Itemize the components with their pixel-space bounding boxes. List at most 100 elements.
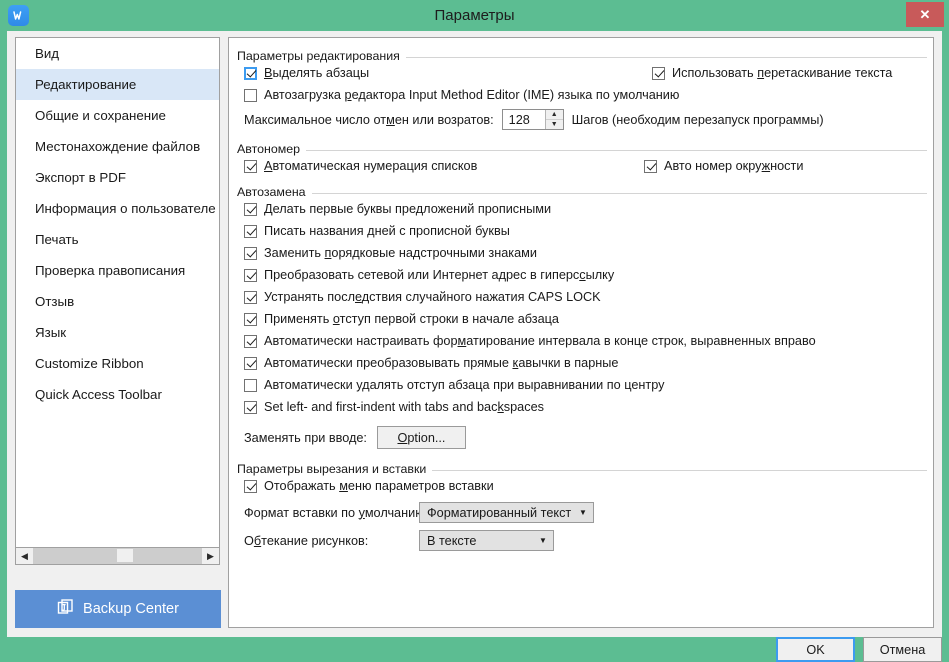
undo-limit-value[interactable]: 128 — [503, 110, 545, 129]
checkbox-label-show-paste-options-menu: Отображать меню параметров вставки — [264, 479, 494, 493]
checkbox-label-url-to-hyperlink: Преобразовать сетевой или Интернет адрес… — [264, 268, 615, 282]
sidebar-item-general-save[interactable]: Общие и сохранение — [16, 100, 219, 131]
sidebar-item-spelling[interactable]: Проверка правописания — [16, 255, 219, 286]
picture-wrap-label: Обтекание рисунков: — [244, 533, 369, 548]
close-icon[interactable]: ✕ — [906, 2, 944, 27]
chevron-down-icon[interactable]: ▼ — [573, 508, 593, 517]
stepper-up-icon[interactable]: ▲ — [545, 110, 563, 120]
checkbox-label-drag-drop-text: Использовать перетаскивание текста — [672, 66, 893, 80]
checkbox-set-indent-tabs[interactable] — [244, 400, 257, 414]
stepper-down-icon[interactable]: ▼ — [546, 120, 563, 129]
checkbox-row-url-to-hyperlink[interactable]: Преобразовать сетевой или Интернет адрес… — [244, 268, 614, 282]
ok-button[interactable]: OK — [776, 637, 855, 662]
group-editing-options-title: Параметры редактирования — [237, 49, 406, 63]
checkbox-label-ordinals-superscript: Заменить порядковые надстрочными знаками — [264, 246, 537, 260]
group-cut-paste-options-title: Параметры вырезания и вставки — [237, 462, 433, 476]
checkbox-first-line-indent[interactable] — [244, 312, 257, 326]
checkbox-auto-spacing-right-align[interactable] — [244, 334, 257, 348]
checkbox-capitalize-days[interactable] — [244, 224, 257, 238]
checkbox-caps-lock-fix[interactable] — [244, 290, 257, 304]
picture-wrap-value: В тексте — [427, 533, 477, 548]
editing-settings-panel: Параметры редактирования Выделять абзацы… — [228, 37, 934, 628]
checkbox-remove-indent-center[interactable] — [244, 378, 257, 392]
sidebar-item-language[interactable]: Язык — [16, 317, 219, 348]
sidebar-item-feedback[interactable]: Отзыв — [16, 286, 219, 317]
checkbox-row-auto-circle-number[interactable]: Авто номер окружности — [644, 159, 803, 173]
autocorrect-option-button[interactable]: Option... — [376, 426, 466, 449]
scroll-right-arrow-icon[interactable]: ▶ — [202, 548, 219, 564]
undo-limit-label: Максимальное число отмен или возратов: — [244, 112, 494, 127]
undo-limit-suffix: Шагов (необходим перезапуск программы) — [571, 112, 824, 127]
sidebar-item-customize-ribbon[interactable]: Customize Ribbon — [16, 348, 219, 379]
checkbox-label-auto-spacing-right-align: Автоматически настраивать форматирование… — [264, 334, 816, 348]
sidebar-item-export-pdf[interactable]: Экспорт в PDF — [16, 162, 219, 193]
checkbox-row-ime-autoload[interactable]: Автозагрузка редактора Input Method Edit… — [244, 88, 679, 102]
checkbox-row-remove-indent-center[interactable]: Автоматически удалять отступ абзаца при … — [244, 378, 665, 392]
default-paste-format-value: Форматированный текст — [427, 505, 572, 520]
checkbox-auto-list-numbering[interactable] — [244, 159, 257, 173]
checkbox-ime-autoload[interactable] — [244, 88, 257, 102]
chevron-down-icon[interactable]: ▼ — [533, 536, 553, 545]
checkbox-label-smart-quotes: Автоматически преобразовывать прямые кав… — [264, 356, 619, 370]
scrollbar-track[interactable] — [33, 548, 202, 564]
sidebar-item-user-info[interactable]: Информация о пользователе — [16, 193, 219, 224]
undo-limit-stepper[interactable]: 128 ▲ ▼ — [501, 109, 564, 130]
checkbox-row-set-indent-tabs[interactable]: Set left- and first-indent with tabs and… — [244, 400, 544, 414]
window-title: Параметры — [434, 7, 515, 24]
checkbox-label-auto-list-numbering: Автоматическая нумерация списков — [264, 159, 478, 173]
settings-category-list[interactable]: Вид Редактирование Общие и сохранение Ме… — [15, 37, 220, 548]
backup-center-button[interactable]: Backup Center — [15, 590, 221, 628]
group-autocorrect-title: Автозамена — [237, 185, 312, 199]
options-dialog-window: Параметры ✕ Вид Редактирование Общие и с… — [0, 0, 949, 662]
sidebar-item-file-locations[interactable]: Местонахождение файлов — [16, 131, 219, 162]
checkbox-label-ime-autoload: Автозагрузка редактора Input Method Edit… — [264, 88, 680, 102]
backup-window-icon — [57, 598, 74, 620]
checkbox-select-paragraphs[interactable] — [244, 66, 257, 80]
group-autonumber-title: Автономер — [237, 142, 307, 156]
sidebar-item-print[interactable]: Печать — [16, 224, 219, 255]
checkbox-auto-circle-number[interactable] — [644, 159, 657, 173]
sidebar-horizontal-scrollbar[interactable]: ◀ ▶ — [15, 548, 220, 565]
checkbox-row-auto-list-numbering[interactable]: Автоматическая нумерация списков — [244, 159, 477, 173]
default-paste-format-dropdown[interactable]: Форматированный текст ▼ — [419, 502, 594, 523]
group-divider — [237, 193, 927, 194]
sidebar-item-view[interactable]: Вид — [16, 38, 219, 69]
checkbox-row-smart-quotes[interactable]: Автоматически преобразовывать прямые кав… — [244, 356, 618, 370]
checkbox-capitalize-sentences[interactable] — [244, 202, 257, 216]
checkbox-show-paste-options-menu[interactable] — [244, 479, 257, 493]
checkbox-url-to-hyperlink[interactable] — [244, 268, 257, 282]
checkbox-smart-quotes[interactable] — [244, 356, 257, 370]
picture-wrap-dropdown[interactable]: В тексте ▼ — [419, 530, 554, 551]
checkbox-label-first-line-indent: Применять отступ первой строки в начале … — [264, 312, 559, 326]
replace-on-type-label: Заменять при вводе: — [244, 430, 367, 445]
checkbox-label-set-indent-tabs: Set left- and first-indent with tabs and… — [264, 400, 544, 414]
checkbox-row-caps-lock-fix[interactable]: Устранять последствия случайного нажатия… — [244, 290, 601, 304]
checkbox-row-capitalize-sentences[interactable]: Делать первые буквы предложений прописны… — [244, 202, 551, 216]
checkbox-label-auto-circle-number: Авто номер окружности — [664, 159, 804, 173]
checkbox-label-select-paragraphs: Выделять абзацы — [264, 66, 370, 80]
checkbox-label-capitalize-days: Писать названия дней с прописной буквы — [264, 224, 510, 238]
checkbox-row-drag-drop-text[interactable]: Использовать перетаскивание текста — [652, 66, 892, 80]
checkbox-row-select-paragraphs[interactable]: Выделять абзацы — [244, 66, 369, 80]
checkbox-row-ordinals-superscript[interactable]: Заменить порядковые надстрочными знаками — [244, 246, 537, 260]
checkbox-row-first-line-indent[interactable]: Применять отступ первой строки в начале … — [244, 312, 559, 326]
sidebar-item-quick-access-toolbar[interactable]: Quick Access Toolbar — [16, 379, 219, 410]
cancel-button[interactable]: Отмена — [863, 637, 942, 662]
checkbox-row-auto-spacing-right-align[interactable]: Автоматически настраивать форматирование… — [244, 334, 816, 348]
sidebar-item-editing[interactable]: Редактирование — [16, 69, 219, 100]
checkbox-label-remove-indent-center: Автоматически удалять отступ абзаца при … — [264, 378, 665, 392]
default-paste-format-label: Формат вставки по умолчанию: — [244, 505, 429, 520]
checkbox-label-caps-lock-fix: Устранять последствия случайного нажатия… — [264, 290, 601, 304]
group-divider — [237, 150, 927, 151]
checkbox-row-capitalize-days[interactable]: Писать названия дней с прописной буквы — [244, 224, 510, 238]
replace-on-type-row: Заменять при вводе: Option... — [244, 426, 466, 449]
checkbox-drag-drop-text[interactable] — [652, 66, 665, 80]
checkbox-row-show-paste-options-menu[interactable]: Отображать меню параметров вставки — [244, 479, 494, 493]
checkbox-ordinals-superscript[interactable] — [244, 246, 257, 260]
undo-limit-row: Максимальное число отмен или возратов: 1… — [244, 109, 824, 130]
picture-wrap-row: Обтекание рисунков: В тексте ▼ — [244, 530, 554, 551]
scroll-left-arrow-icon[interactable]: ◀ — [16, 548, 33, 564]
title-bar: Параметры ✕ — [0, 0, 949, 31]
stepper-buttons[interactable]: ▲ ▼ — [544, 110, 563, 129]
scrollbar-thumb[interactable] — [117, 549, 133, 562]
